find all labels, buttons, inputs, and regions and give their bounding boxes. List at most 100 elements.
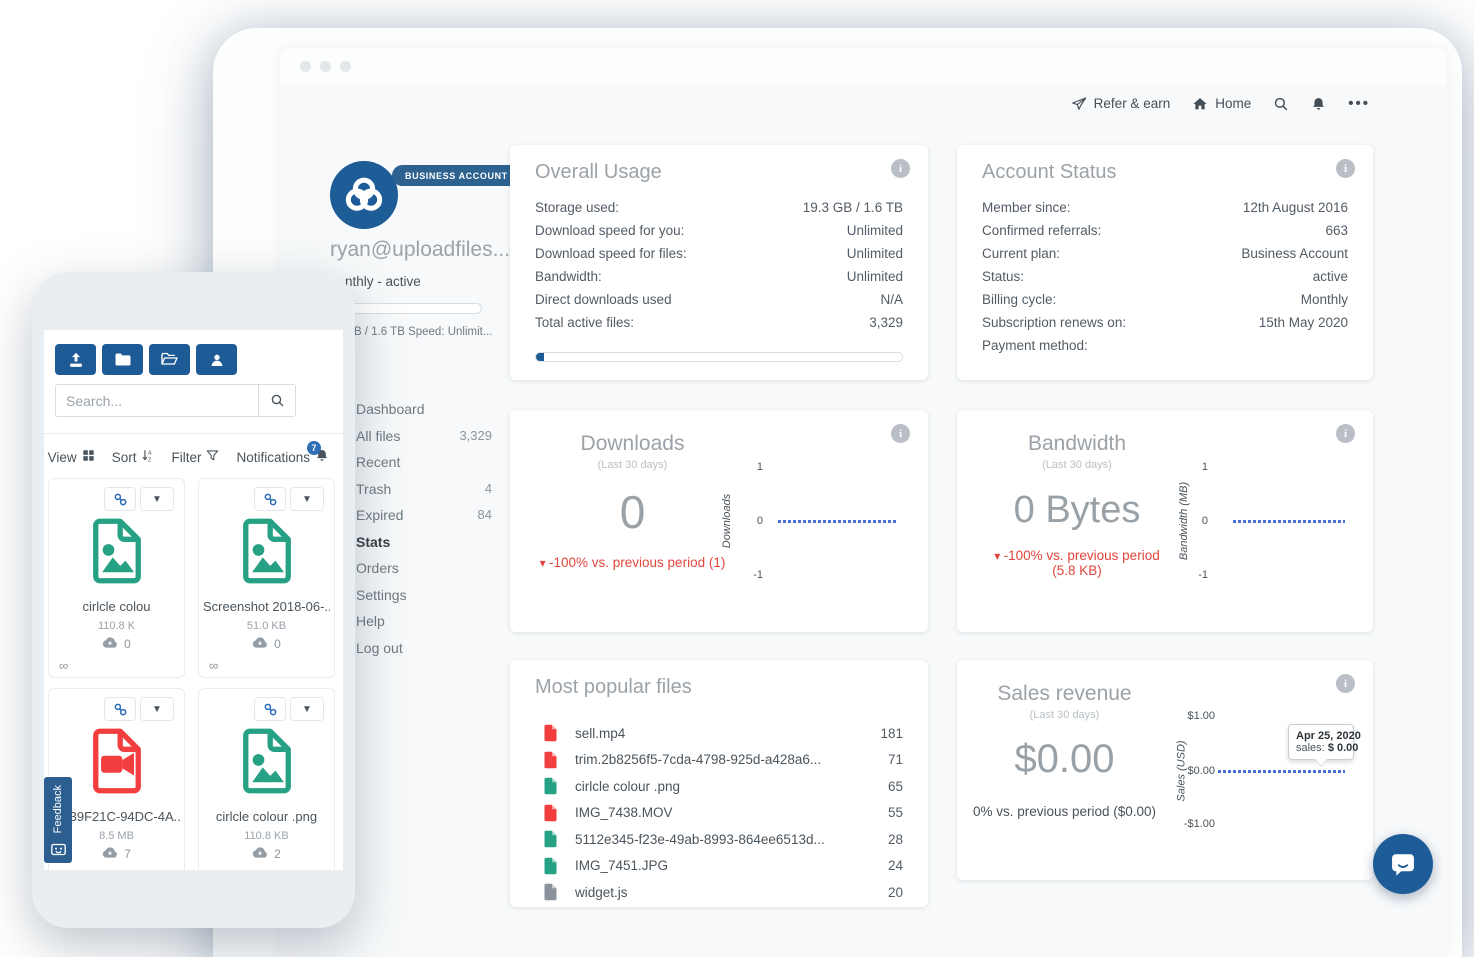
y-axis-label: Bandwidth (MB) [1178,482,1190,560]
popular-file-count: 65 [888,779,903,794]
info-icon[interactable]: i [891,424,910,443]
open-folder-button[interactable] [149,344,190,375]
sidebar-item[interactable]: Help [356,608,492,635]
search-input[interactable] [56,385,258,416]
sidebar-item[interactable]: All files 3,329 [356,423,492,450]
file-name: Screenshot 2018-06-... [203,599,330,614]
list-controls: View Sort AZ Filter Notifications [44,442,343,472]
divider [44,433,343,434]
usage-row-label: Download speed for you: [535,223,684,246]
chat-launcher-button[interactable] [1373,834,1433,894]
usage-row-label: Download speed for files: [535,246,687,269]
copy-link-button[interactable] [254,697,286,721]
sidebar-item[interactable]: Recent [356,449,492,476]
account-email: ryan@uploadfiles... [330,238,540,262]
sidebar-item[interactable]: Settings [356,582,492,609]
storage-progressbar [535,352,903,362]
usage-row-value: N/A [880,292,903,315]
sales-summary: Sales revenue (Last 30 days) $0.00 0% vs… [957,660,1172,819]
usage-row: Download speed for files: Unlimited [535,246,903,269]
file-menu-button[interactable]: ▼ [290,697,324,721]
sidebar-item[interactable]: Orders [356,555,492,582]
popular-file-row[interactable]: sell.mp4 181 [535,720,903,747]
file-type-icon [89,727,145,795]
card-subtitle: (Last 30 days) [957,709,1172,721]
y-tick: -1 [713,569,763,581]
popular-file-row[interactable]: trim.2b8256f5-7cda-4798-925d-a428a6... 7… [535,747,903,774]
sidebar-item[interactable]: Stats [356,529,492,556]
search-submit-button[interactable] [258,385,295,416]
downloads-series-line [778,520,898,523]
filter-funnel-icon [206,449,219,465]
filter-control[interactable]: Filter [171,449,219,465]
home-link[interactable]: Home [1192,96,1251,112]
usage-row-value: 3,329 [869,315,903,338]
home-label: Home [1215,96,1251,111]
grid-view-icon [82,449,95,465]
status-row-value: active [1313,269,1348,292]
popular-file-name: IMG_7438.MOV [575,805,888,820]
popular-file-row[interactable]: IMG_7451.JPG 24 [535,853,903,880]
app-window: Refer & earn Home ••• BUSINESS ACCOUNT [280,48,1447,957]
usage-row-label: Direct downloads used [535,292,672,315]
sidebar-item-count: 4 [485,476,492,503]
sidebar-item[interactable]: Trash 4 [356,476,492,503]
view-control[interactable]: View [48,449,95,465]
sort-control[interactable]: Sort AZ [112,449,155,466]
status-row: Billing cycle: Monthly [982,292,1348,315]
sidebar-item[interactable]: Log out [356,635,492,662]
popular-file-row[interactable]: cirlcle colour .png 65 [535,773,903,800]
info-icon[interactable]: i [891,159,910,178]
cloud-download-icon [102,847,118,861]
bell-icon[interactable] [1311,96,1326,112]
sidebar-item[interactable]: Dashboard [356,396,492,423]
status-row: Current plan: Business Account [982,246,1348,269]
info-icon[interactable]: i [1336,424,1355,443]
status-row-label: Subscription renews on: [982,315,1126,338]
feedback-tab[interactable]: Feedback [44,777,72,863]
new-folder-button[interactable] [102,344,143,375]
popular-file-name: 5112e345-f23e-49ab-8993-864ee6513d... [575,832,888,847]
info-icon[interactable]: i [1336,159,1355,178]
copy-link-button[interactable] [104,487,136,511]
overflow-menu-icon[interactable]: ••• [1348,95,1370,112]
copy-link-button[interactable] [254,487,286,511]
info-icon[interactable]: i [1336,674,1355,693]
file-card[interactable]: ▼ cirlcle colou 110.8 K [48,478,185,678]
file-expiry: ∞ [59,868,68,870]
sidebar-item-label: Orders [356,555,399,582]
search-icon[interactable] [1273,96,1289,112]
file-type-icon [543,804,558,822]
notifications-control[interactable]: Notifications 7 [236,448,329,466]
sidebar-item-label: Expired [356,502,403,529]
account-button[interactable] [196,344,237,375]
copy-link-button[interactable] [104,697,136,721]
sidebar-item-label: Recent [356,449,400,476]
downloads-summary: Downloads (Last 30 days) 0 -100% vs. pre… [510,410,755,570]
status-row-value: 663 [1325,223,1348,246]
status-rows: Member since: 12th August 2016 Confirmed… [982,200,1348,361]
file-expiry: ∞ [209,658,218,673]
sidebar-item[interactable]: Expired 84 [356,502,492,529]
usage-row: Download speed for you: Unlimited [535,223,903,246]
upload-button[interactable] [55,344,96,375]
file-menu-button[interactable]: ▼ [140,697,174,721]
file-card[interactable]: ▼ cirlcle colour .png 110.8 KB [198,688,335,870]
file-expiry: ∞ [209,868,218,870]
business-account-badge: BUSINESS ACCOUNT [392,165,521,186]
file-menu-button[interactable]: ▼ [140,487,174,511]
popular-file-row[interactable]: widget.js 20 [535,879,903,906]
sidebar-item-label: Trash [356,476,391,503]
popular-file-row[interactable]: 5112e345-f23e-49ab-8993-864ee6513d... 28 [535,826,903,853]
file-type-icon [239,727,295,795]
sales-delta: 0% vs. previous period ($0.00) [957,804,1172,819]
popular-file-row[interactable]: IMG_7438.MOV 55 [535,800,903,827]
file-card[interactable]: ▼ Screenshot 2018-06-... 51.0 KB [198,478,335,678]
popular-file-name: IMG_7451.JPG [575,858,888,873]
usage-row-value: Unlimited [847,269,903,292]
refer-and-earn-link[interactable]: Refer & earn [1071,96,1171,112]
usage-row-label: Storage used: [535,200,619,223]
tooltip-date: Apr 25, 2020 [1296,730,1346,742]
y-axis-label: Sales (USD) [1176,740,1188,801]
file-menu-button[interactable]: ▼ [290,487,324,511]
